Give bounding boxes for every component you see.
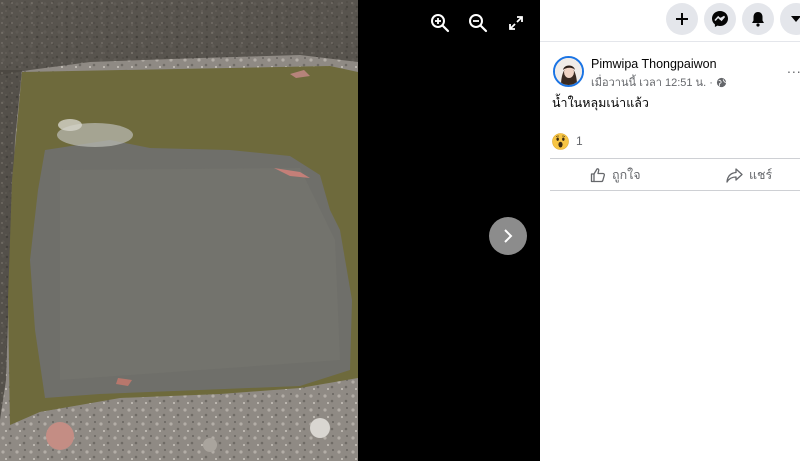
next-photo-button[interactable] — [489, 217, 527, 255]
share-button[interactable]: แชร์ — [726, 159, 772, 191]
messenger-button[interactable] — [704, 3, 736, 35]
messenger-icon — [712, 11, 728, 27]
photo-image — [0, 0, 358, 461]
bell-icon — [752, 12, 764, 27]
share-label: แชร์ — [749, 168, 773, 182]
post-header: Pimwipa Thongpaiwon เมื่อวานนี้ เวลา 12:… — [540, 54, 800, 90]
post-side-panel: Pimwipa Thongpaiwon เมื่อวานนี้ เวลา 12:… — [540, 0, 800, 461]
zoom-in-button[interactable] — [427, 10, 453, 36]
zoom-in-icon — [431, 14, 450, 33]
caret-down-icon — [791, 16, 800, 22]
post-text: น้ำในหลุมเน่าแล้ว — [552, 96, 649, 110]
create-button[interactable] — [666, 3, 698, 35]
post-options-button[interactable]: ... — [787, 58, 800, 78]
like-button[interactable]: ถูกใจ — [590, 159, 641, 191]
post-actions: ถูกใจ แชร์ — [550, 158, 800, 191]
like-label: ถูกใจ — [612, 168, 641, 182]
plus-icon — [676, 13, 688, 25]
notifications-button[interactable] — [742, 3, 774, 35]
author-name[interactable]: Pimwipa Thongpaiwon — [591, 57, 717, 71]
post-meta: เมื่อวานนี้ เวลา 12:51 น. · — [591, 73, 727, 91]
fullscreen-button[interactable] — [503, 10, 529, 36]
zoom-out-icon — [469, 14, 488, 33]
reaction-count: 1 — [576, 134, 583, 148]
chevron-right-icon — [504, 229, 513, 243]
avatar-image — [555, 58, 582, 85]
wow-emoji-icon — [552, 132, 569, 150]
fullscreen-icon — [509, 16, 523, 30]
post-photo[interactable] — [0, 0, 358, 461]
top-bar — [540, 0, 800, 42]
post-timestamp[interactable]: เมื่อวานนี้ เวลา 12:51 น. · — [591, 73, 713, 91]
share-arrow-icon — [726, 167, 743, 183]
zoom-out-button[interactable] — [465, 10, 491, 36]
photo-viewer — [0, 0, 540, 461]
reactions-summary[interactable]: 1 — [552, 132, 583, 150]
thumbs-up-icon — [590, 168, 606, 183]
globe-icon — [716, 77, 727, 88]
account-menu-button[interactable] — [780, 3, 800, 35]
avatar[interactable] — [553, 56, 584, 87]
